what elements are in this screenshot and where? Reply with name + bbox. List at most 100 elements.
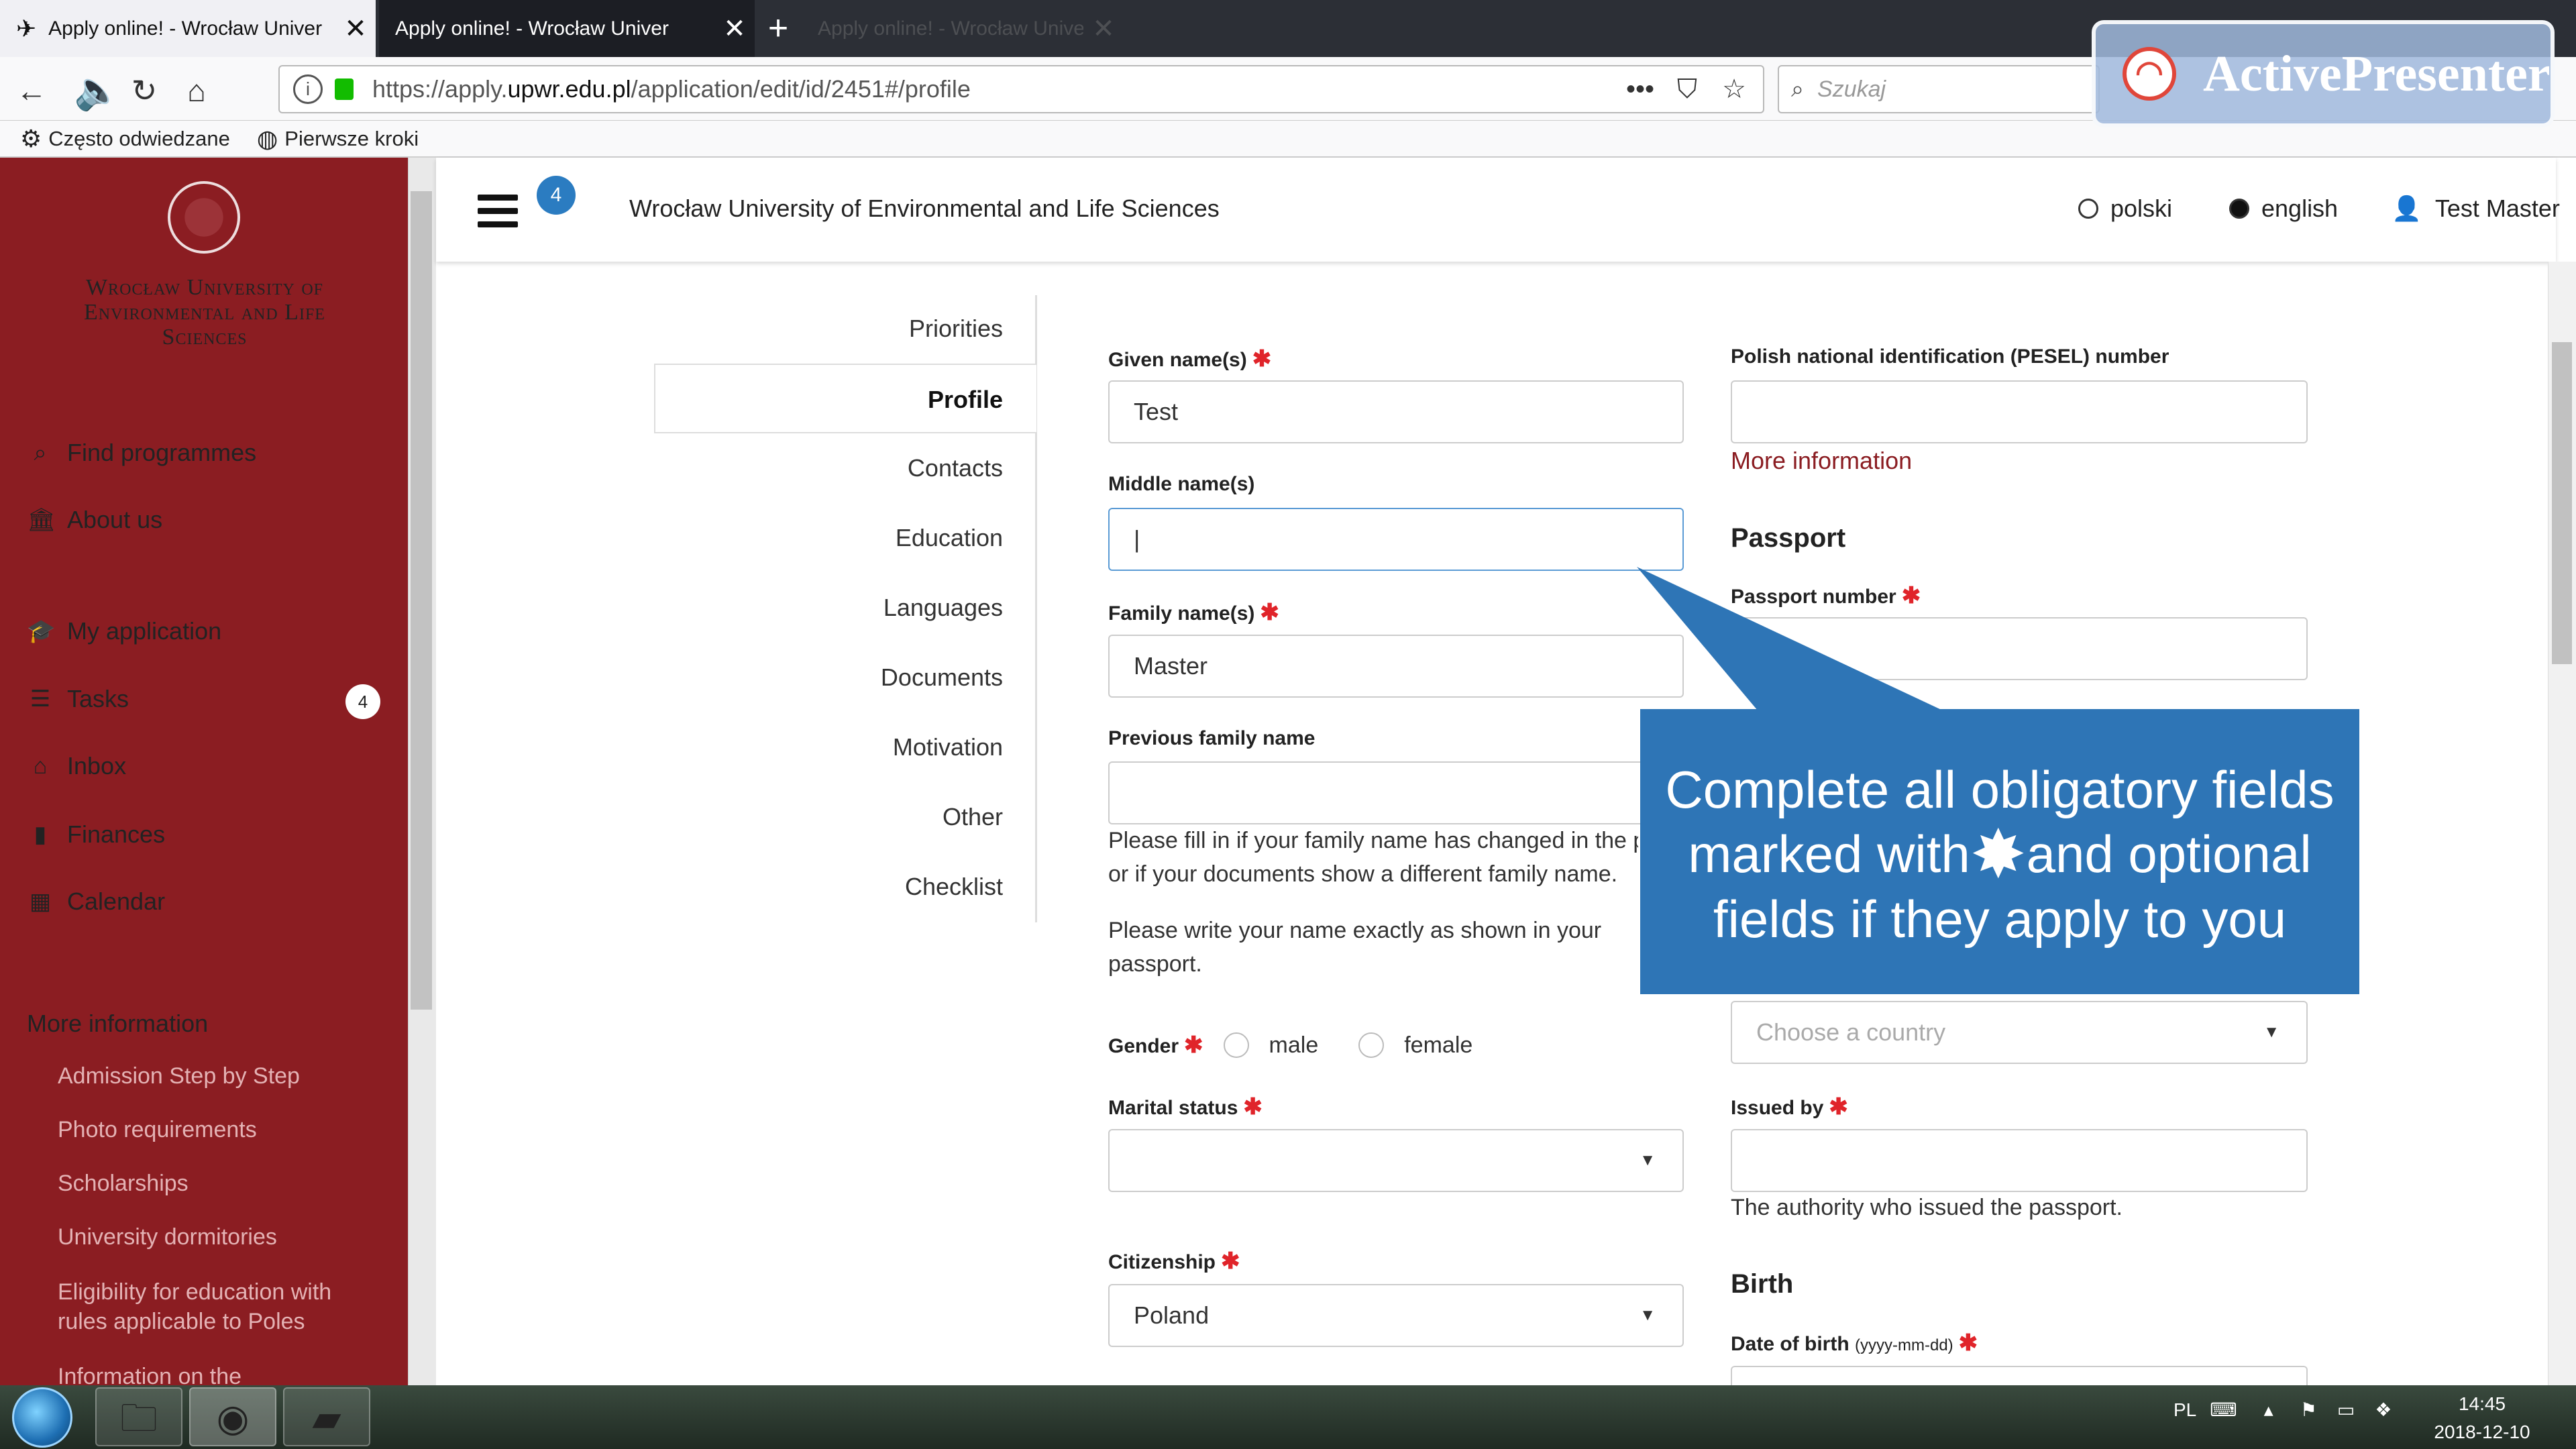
reload-icon[interactable]: ↻ <box>121 67 168 114</box>
system-clock[interactable]: 14:45 2018-12-10 <box>2415 1390 2549 1446</box>
date-of-birth-label: Date of birth (yyyy-mm-dd) ✱ <box>1731 1330 1978 1356</box>
tray-expand-icon[interactable]: ▴ <box>2264 1399 2273 1421</box>
family-name-field[interactable]: Master <box>1108 635 1684 698</box>
keyboard-language[interactable]: PL <box>2174 1399 2196 1421</box>
sidebar-link-scholarships[interactable]: Scholarships <box>58 1169 373 1198</box>
pesel-field[interactable] <box>1731 380 2308 443</box>
sidebar-link-eligibility[interactable]: Eligibility for education with rules app… <box>58 1277 373 1336</box>
passport-country-select[interactable]: Choose a country ▼ <box>1731 1001 2308 1064</box>
lang-option-polski[interactable]: polski <box>2078 195 2172 223</box>
keyboard-icon[interactable]: ⌨ <box>2210 1399 2237 1421</box>
info-icon[interactable]: i <box>293 74 323 104</box>
close-tab-icon[interactable]: ✕ <box>1083 13 1124 44</box>
sidebar-item-label: Inbox <box>67 752 127 780</box>
sidebar-link-admission[interactable]: Admission Step by Step <box>58 1061 373 1091</box>
sidebar-item-tasks[interactable]: ☰ Tasks <box>27 679 382 719</box>
search-icon: ⌕ <box>1791 76 1805 102</box>
close-tab-icon[interactable]: ✕ <box>335 13 376 44</box>
home-icon[interactable]: ⌂ <box>173 67 220 114</box>
tasks-icon: ☰ <box>30 686 51 712</box>
file-explorer-icon[interactable]: 🗀 <box>95 1387 182 1446</box>
sidebar-scrollbar-thumb[interactable] <box>411 191 432 1010</box>
tab-title: Apply online! - Wrocław Univer <box>395 17 669 40</box>
tab-profile[interactable]: Profile <box>654 364 1036 433</box>
page-scrollbar-thumb[interactable] <box>2552 342 2572 664</box>
bookmark-star-icon[interactable]: ☆ <box>1714 69 1754 109</box>
firefox-icon[interactable]: ◉ <box>189 1387 276 1446</box>
previous-family-name-label: Previous family name <box>1108 727 1316 749</box>
citizenship-label: Citizenship ✱ <box>1108 1248 1240 1274</box>
speaker-icon[interactable]: 🔈 <box>67 67 127 114</box>
middle-name-label: Middle name(s) <box>1108 473 1255 495</box>
start-button[interactable] <box>12 1387 72 1448</box>
sidebar-item-calendar[interactable]: ▦ Calendar <box>27 881 382 922</box>
required-star-icon: ✱ <box>1221 1248 1240 1274</box>
chevron-down-icon: ▼ <box>2263 1023 2279 1041</box>
marital-status-select[interactable]: ▼ <box>1108 1129 1684 1192</box>
gender-female-label[interactable]: female <box>1404 1032 1472 1059</box>
given-name-field[interactable]: Test <box>1108 380 1684 443</box>
previous-family-name-field[interactable] <box>1108 761 1684 824</box>
file-icon: ▮ <box>34 822 47 847</box>
sidebar-item-about-us[interactable]: 🏛 About us <box>27 500 382 540</box>
system-tray: PL ⌨ ▴ ⚑ ▭ ❖ <box>2174 1399 2392 1421</box>
hamburger-menu-icon[interactable] <box>478 195 518 228</box>
back-icon[interactable]: ← <box>8 67 55 114</box>
tab-education[interactable]: Education <box>654 503 1036 573</box>
required-star-icon: ✱ <box>1184 1032 1203 1058</box>
callout-line: Complete all obligatory fields <box>1665 760 2334 819</box>
tab-priorities[interactable]: Priorities <box>654 294 1036 364</box>
close-tab-icon[interactable]: ✕ <box>714 13 755 44</box>
sticky-notes-icon[interactable]: ▰ <box>283 1387 370 1446</box>
url-text[interactable]: https://apply.upwr.edu.pl/application/ed… <box>372 75 1763 103</box>
gender-male-label[interactable]: male <box>1269 1032 1319 1059</box>
star-icon: ✸ <box>1970 817 2027 892</box>
user-menu[interactable]: 👤 Test Master <box>2392 195 2560 223</box>
sidebar-item-find-programmes[interactable]: ⌕ Find programmes <box>27 433 382 473</box>
sidebar-link-photo[interactable]: Photo requirements <box>58 1115 373 1144</box>
tab-documents[interactable]: Documents <box>654 643 1036 712</box>
search-icon: ⌕ <box>34 439 47 466</box>
notification-badge: 4 <box>537 176 576 215</box>
url-bar[interactable]: i https://apply.upwr.edu.pl/application/… <box>278 65 1764 113</box>
university-name[interactable]: Wrocław University of Environmental and … <box>40 275 369 350</box>
bank-icon: 🏛 <box>27 507 56 533</box>
lock-icon[interactable] <box>335 78 354 100</box>
tab-languages[interactable]: Languages <box>654 573 1036 643</box>
gender-female-radio[interactable] <box>1358 1032 1385 1058</box>
required-star-icon: ✱ <box>1243 1094 1263 1120</box>
globe-icon: ◍ <box>256 124 278 152</box>
page-actions-icon[interactable]: ••• <box>1620 69 1660 109</box>
given-name-label: Given name(s) ✱ <box>1108 346 1272 372</box>
tab-contacts[interactable]: Contacts <box>654 433 1036 503</box>
search-field[interactable]: ⌕ Szukaj <box>1778 65 2100 113</box>
pocket-icon[interactable]: ⛉ <box>1667 69 1707 109</box>
passport-section-title: Passport <box>1731 523 1846 553</box>
browser-tab-faded[interactable]: Apply online! - Wrocław Unive ✕ <box>802 0 1124 57</box>
tab-other[interactable]: Other <box>654 782 1036 852</box>
sidebar-item-finances[interactable]: ▮ Finances <box>27 814 382 855</box>
dropbox-icon[interactable]: ❖ <box>2375 1399 2392 1421</box>
sidebar-link-dormitories[interactable]: University dormitories <box>58 1222 373 1252</box>
bookmark-item[interactable]: ⚙ Często odwiedzane <box>20 125 230 153</box>
citizenship-select[interactable]: Poland ▼ <box>1108 1284 1684 1347</box>
issued-by-field[interactable] <box>1731 1129 2308 1192</box>
sidebar-item-inbox[interactable]: ⌂ Inbox <box>27 746 382 786</box>
bookmark-item[interactable]: ◍ Pierwsze kroki <box>257 125 419 153</box>
flag-icon[interactable]: ⚑ <box>2300 1399 2317 1421</box>
browser-tab[interactable]: Apply online! - Wrocław Univer ✕ <box>379 0 755 57</box>
new-tab-button[interactable]: + <box>758 0 798 57</box>
browser-tab-active[interactable]: ✈ Apply online! - Wrocław Univer ✕ <box>0 0 376 57</box>
network-icon[interactable]: ▭ <box>2337 1399 2355 1421</box>
lang-option-english[interactable]: english <box>2229 195 2338 223</box>
tab-checklist[interactable]: Checklist <box>654 852 1036 922</box>
sidebar-item-my-application[interactable]: 🎓 My application <box>27 611 382 651</box>
tab-motivation[interactable]: Motivation <box>654 712 1036 782</box>
gender-male-radio[interactable] <box>1223 1032 1249 1058</box>
pesel-label: Polish national identification (PESEL) n… <box>1731 345 2169 368</box>
required-star-icon: ✱ <box>1252 346 1272 372</box>
middle-name-field[interactable]: | <box>1108 508 1684 571</box>
more-information-link[interactable]: More information <box>1731 447 1912 475</box>
required-star-icon: ✱ <box>1958 1330 1978 1356</box>
sidebar-item-label: Find programmes <box>67 439 257 466</box>
